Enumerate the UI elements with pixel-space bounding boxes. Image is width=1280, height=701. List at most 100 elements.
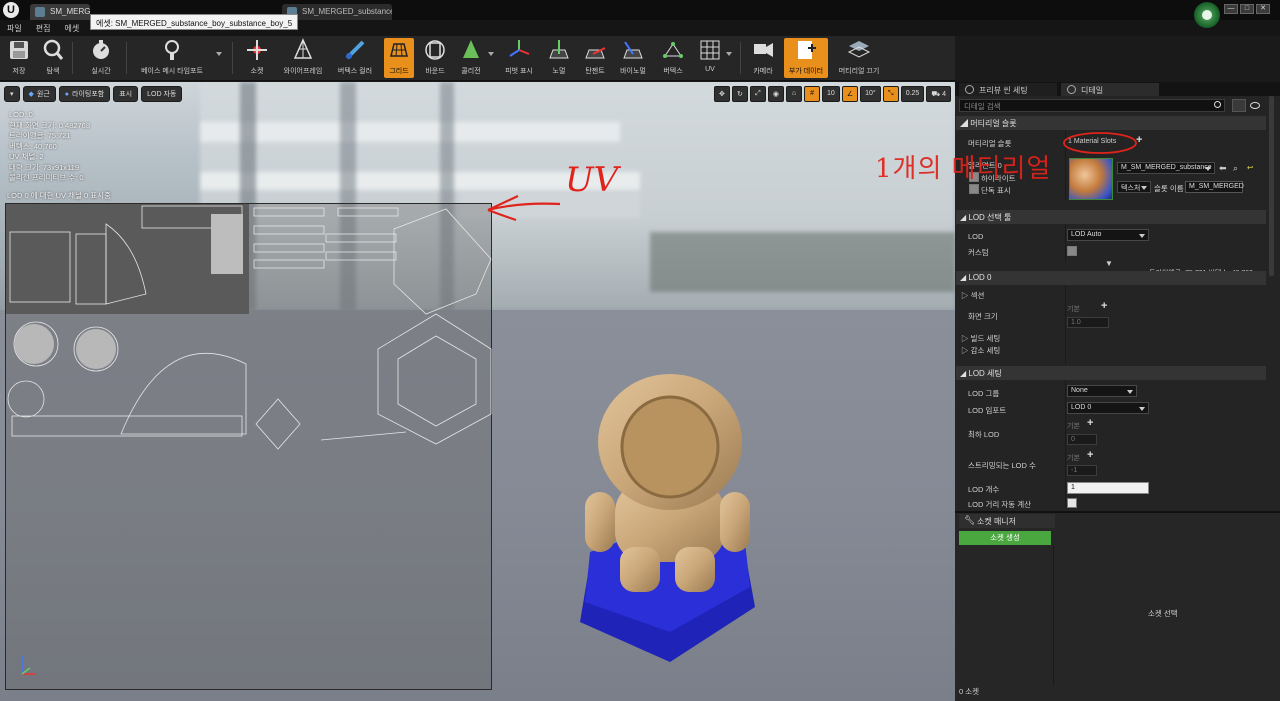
grid-snap-toggle[interactable]: #	[804, 86, 821, 102]
world-local-icon[interactable]: ◉	[767, 86, 785, 102]
build-settings-group[interactable]: ▷ 빌드 세팅	[961, 333, 1000, 344]
search-icon[interactable]	[1214, 101, 1221, 108]
menu-file[interactable]: 파일	[7, 23, 22, 34]
reduction-settings-group[interactable]: ▷ 감소 세팅	[961, 345, 1000, 356]
visibility-eye-icon[interactable]	[1250, 102, 1260, 109]
browse-button[interactable]: 탐색	[38, 38, 68, 78]
lod-settings-section[interactable]: ◢ LOD 세팅	[956, 366, 1266, 380]
vertices-icon	[661, 38, 685, 62]
additional-data-icon	[794, 38, 818, 62]
vertex-color-toggle[interactable]: 버텍스 컬러	[332, 38, 378, 78]
reimport-button[interactable]: 베이스 메시 타임포트	[134, 38, 210, 78]
details-search-input[interactable]: 디테일 검색	[959, 99, 1225, 112]
tab-details[interactable]: 디테일	[1061, 83, 1159, 96]
texture-dropdown[interactable]: 텍스처	[1117, 181, 1151, 193]
collision-toggle[interactable]: 콜리전	[456, 38, 486, 78]
slot-name-label: 슬롯 이름	[1154, 184, 1184, 193]
tab-asset-1[interactable]: SM_MERG	[30, 4, 90, 20]
wireframe-icon	[291, 38, 315, 62]
view-options-grid-icon[interactable]	[1232, 99, 1246, 112]
axis-gizmo-icon	[21, 656, 36, 675]
create-socket-button[interactable]: 소켓 생성	[959, 531, 1051, 545]
chevron-down-icon[interactable]	[726, 52, 732, 56]
minimize-button[interactable]: —	[1224, 4, 1238, 14]
chevron-down-icon[interactable]	[488, 52, 494, 56]
pivot-toggle[interactable]: 피벗 표시	[500, 38, 538, 78]
use-selected-arrow-icon[interactable]: ⬅	[1219, 163, 1227, 174]
wireframe-toggle[interactable]: 와이어프레임	[280, 38, 326, 78]
additional-data-button[interactable]: 부가 데이터	[784, 38, 828, 78]
grid-snap-value[interactable]: 10	[822, 86, 840, 102]
slot-name-field[interactable]: M_SM_MERGED	[1185, 181, 1244, 193]
isolate-checkbox[interactable]	[969, 184, 979, 194]
socket-select-hint: 소켓 선택	[1148, 609, 1178, 618]
stat-uv-channels: UV 채널: 2	[9, 152, 44, 161]
lod-picker-section[interactable]: ◢ LOD 선택 툴	[956, 210, 1266, 224]
close-button[interactable]: ✕	[1256, 4, 1270, 14]
streamed-lod-field[interactable]: -1	[1067, 465, 1097, 476]
vertices-toggle[interactable]: 버텍스	[656, 38, 690, 78]
normals-toggle[interactable]: 노멀	[544, 38, 574, 78]
material-select[interactable]: M_SM_MERGED_substance	[1117, 162, 1215, 174]
realtime-button[interactable]: 실시간	[84, 38, 118, 78]
bounds-toggle[interactable]: 바운드	[420, 38, 450, 78]
add-override-icon[interactable]: +	[1101, 300, 1107, 312]
binormals-toggle[interactable]: 바이노멀	[616, 38, 650, 78]
screen-size-field[interactable]: 1.0	[1067, 317, 1109, 328]
pivot-icon	[507, 38, 531, 62]
socket-manager-panel: 🔧︎ 소켓 매니저 소켓 생성 소켓 선택 0 소켓	[955, 511, 1280, 701]
maximize-button[interactable]: □	[1240, 4, 1254, 14]
surface-snap-icon[interactable]: ⌂	[786, 86, 803, 102]
menu-edit[interactable]: 편집	[36, 23, 51, 34]
material-thumbnail[interactable]	[1069, 158, 1113, 200]
add-override-icon[interactable]: +	[1087, 449, 1093, 461]
tab-preview-scene-settings[interactable]: 프리뷰 씬 세팅	[959, 83, 1057, 96]
save-button[interactable]: 저장	[4, 38, 34, 78]
tangents-toggle[interactable]: 탄젠트	[580, 38, 610, 78]
mesh-viewport[interactable]: ▾ ◆ 원근 ● 라이팅포함 표시 LOD 자동 ✥ ↻ ⤢ ◉ ⌂ # 10 ∠ …	[0, 82, 955, 701]
camera-speed-icon: ⛟	[931, 91, 943, 98]
material-off-button[interactable]: 머티리얼 끄기	[834, 38, 884, 78]
material-slots-section[interactable]: ◢ 머티리얼 슬롯	[956, 116, 1266, 130]
lod-count-label: LOD 개수	[968, 485, 1000, 494]
camera-button[interactable]: 카메라	[748, 38, 778, 78]
lod-select[interactable]: LOD Auto	[1067, 229, 1149, 241]
lit-mode-button[interactable]: ● 라이팅포함	[58, 86, 111, 102]
perspective-button[interactable]: ◆ 원근	[22, 86, 56, 102]
browse-material-search-icon[interactable]: ⌕	[1233, 163, 1238, 174]
lod0-section[interactable]: ◢ LOD 0	[956, 271, 1266, 285]
sockets-toggle[interactable]: 소켓	[242, 38, 272, 78]
reimport-icon	[160, 38, 184, 62]
sections-group[interactable]: ▷ 섹션	[961, 290, 984, 301]
rotate-icon[interactable]: ↻	[731, 86, 748, 102]
lod-count-field[interactable]: 1	[1067, 482, 1149, 494]
scale-snap-toggle[interactable]: ⤡	[882, 86, 899, 102]
rotation-snap-toggle[interactable]: ∠	[841, 86, 859, 102]
min-lod-field[interactable]: 0	[1067, 434, 1097, 445]
ue-static-mesh-editor: U SM_MERG SM_MERGED_substance• 에셋: SM_ME…	[0, 0, 1280, 701]
toolbar-separator	[232, 42, 233, 74]
uv-toggle[interactable]: UV	[696, 38, 724, 78]
lod-auto-button[interactable]: LOD 자동	[141, 86, 183, 102]
lod-import-select[interactable]: LOD 0	[1067, 402, 1149, 414]
expand-chevron-down-icon[interactable]: ▼	[1105, 259, 1113, 268]
show-button[interactable]: 표시	[113, 86, 139, 102]
chevron-down-icon[interactable]	[216, 52, 222, 56]
tab-asset-2[interactable]: SM_MERGED_substance•	[282, 4, 392, 20]
tab-socket-manager[interactable]: 🔧︎ 소켓 매니저	[959, 514, 1055, 528]
add-override-icon[interactable]: +	[1087, 417, 1093, 429]
auto-compute-lod-checkbox[interactable]	[1067, 498, 1077, 508]
details-scrollbar[interactable]	[1269, 96, 1274, 276]
camera-speed-button[interactable]: ⛟ 4	[926, 86, 951, 102]
menu-asset[interactable]: 에셋	[64, 23, 79, 34]
scale-snap-value[interactable]: 0.25	[900, 86, 925, 102]
lod-group-select[interactable]: None	[1067, 385, 1137, 397]
reset-yellow-arrow-icon[interactable]: ↩	[1247, 163, 1253, 172]
translate-icon[interactable]: ✥	[713, 86, 730, 102]
custom-checkbox[interactable]	[1067, 246, 1077, 256]
grid-toggle[interactable]: 그리드	[384, 38, 414, 78]
rotation-snap-value[interactable]: 10°	[860, 86, 881, 102]
viewport-options-button[interactable]: ▾	[4, 86, 20, 102]
unreal-logo-icon[interactable]: U	[3, 2, 19, 18]
scale-icon[interactable]: ⤢	[749, 86, 766, 102]
